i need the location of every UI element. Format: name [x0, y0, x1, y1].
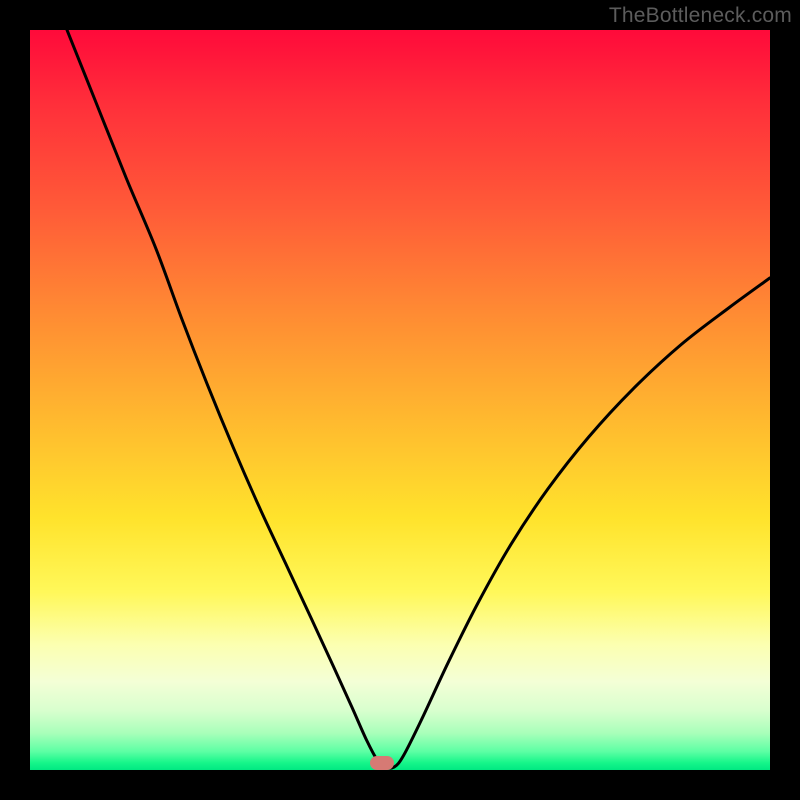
- watermark-text: TheBottleneck.com: [609, 4, 792, 28]
- plot-area: [30, 30, 770, 770]
- chart-frame: TheBottleneck.com: [0, 0, 800, 800]
- bottleneck-curve: [30, 30, 770, 770]
- minimum-marker: [370, 756, 394, 770]
